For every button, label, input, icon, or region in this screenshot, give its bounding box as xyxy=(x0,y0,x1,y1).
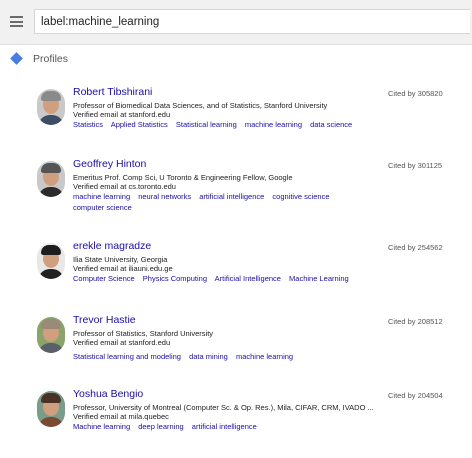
profile-name-link[interactable]: Geoffrey Hinton xyxy=(73,158,146,170)
tag-link[interactable]: data mining xyxy=(189,352,228,361)
tag-link[interactable]: Statistics xyxy=(73,120,103,129)
tag-link[interactable]: Statistical learning and modeling xyxy=(73,352,181,361)
tag-link[interactable]: deep learning xyxy=(138,422,183,431)
profile-card: Trevor Hastie Professor of Statistics, S… xyxy=(0,314,472,384)
profile-affiliation: Professor of Statistics, Stanford Univer… xyxy=(73,329,214,338)
profile-email: Verified email at stanford.edu xyxy=(73,110,171,119)
tag-link[interactable]: machine learning xyxy=(245,120,302,129)
profile-name-link[interactable]: Yoshua Bengio xyxy=(73,388,143,400)
profile-tags: Computer Science Physics Computing Artif… xyxy=(73,273,373,284)
profile-affiliation: Ilia State University, Georgia xyxy=(73,255,168,264)
profile-email: Verified email at mila.quebec xyxy=(73,412,169,421)
profile-card: Geoffrey Hinton Emeritus Prof. Comp Sci,… xyxy=(0,158,472,228)
tag-link[interactable]: Computer Science xyxy=(73,274,135,283)
avatar[interactable] xyxy=(37,391,65,427)
avatar[interactable] xyxy=(37,161,65,197)
tag-link[interactable]: neural networks xyxy=(138,192,191,201)
section-title: Profiles xyxy=(33,53,69,65)
profile-email: Verified email at stanford.edu xyxy=(73,338,171,347)
profile-tags: Statistical learning and modeling data m… xyxy=(73,351,373,362)
tag-link[interactable]: machine learning xyxy=(73,192,130,201)
tag-link[interactable]: artificial intelligence xyxy=(192,422,257,431)
cited-by-count[interactable]: Cited by 254562 xyxy=(388,243,460,252)
top-bar xyxy=(0,0,472,45)
tag-link[interactable]: Artificial Intelligence xyxy=(215,274,281,283)
profile-tags: Machine learning deep learning artificia… xyxy=(73,421,373,432)
tag-link[interactable]: Physics Computing xyxy=(143,274,207,283)
tag-link[interactable]: data science xyxy=(310,120,352,129)
profile-card: Yoshua Bengio Professor, University of M… xyxy=(0,388,472,458)
profile-tags: machine learning neural networks artific… xyxy=(73,191,373,213)
search-input[interactable] xyxy=(35,10,461,33)
search-box[interactable] xyxy=(34,9,470,34)
cited-by-count[interactable]: Cited by 204504 xyxy=(388,391,460,400)
tag-link[interactable]: Machine learning xyxy=(73,422,130,431)
profile-name-link[interactable]: Trevor Hastie xyxy=(73,314,136,326)
tag-link[interactable]: computer science xyxy=(73,203,132,212)
cited-by-count[interactable]: Cited by 305820 xyxy=(388,89,460,98)
avatar[interactable] xyxy=(37,317,65,353)
hamburger-menu-icon[interactable] xyxy=(10,16,23,27)
profile-affiliation: Emeritus Prof. Comp Sci, U Toronto & Eng… xyxy=(73,173,293,182)
profile-email: Verified email at iliauni.edu.ge xyxy=(73,264,173,273)
cited-by-count[interactable]: Cited by 301125 xyxy=(388,161,460,170)
profile-affiliation: Professor of Biomedical Data Sciences, a… xyxy=(73,101,328,110)
tag-link[interactable]: Machine Learning xyxy=(289,274,349,283)
tag-link[interactable]: Applied Statistics xyxy=(111,120,168,129)
diamond-icon xyxy=(10,52,23,65)
avatar[interactable] xyxy=(37,243,65,279)
profile-email: Verified email at cs.toronto.edu xyxy=(73,182,176,191)
tag-link[interactable]: machine learning xyxy=(236,352,293,361)
cited-by-count[interactable]: Cited by 208512 xyxy=(388,317,460,326)
profile-tags: Statistics Applied Statistics Statistica… xyxy=(73,119,373,130)
tag-link[interactable]: cognitive science xyxy=(272,192,329,201)
profile-name-link[interactable]: Robert Tibshirani xyxy=(73,86,152,98)
profile-card: Robert Tibshirani Professor of Biomedica… xyxy=(0,86,472,156)
profile-affiliation: Professor, University of Montreal (Compu… xyxy=(73,403,374,412)
profile-card: erekle magradze Ilia State University, G… xyxy=(0,240,472,310)
profile-name-link[interactable]: erekle magradze xyxy=(73,240,151,252)
tag-link[interactable]: Statistical learning xyxy=(176,120,237,129)
avatar[interactable] xyxy=(37,89,65,125)
tag-link[interactable]: artificial intelligence xyxy=(199,192,264,201)
